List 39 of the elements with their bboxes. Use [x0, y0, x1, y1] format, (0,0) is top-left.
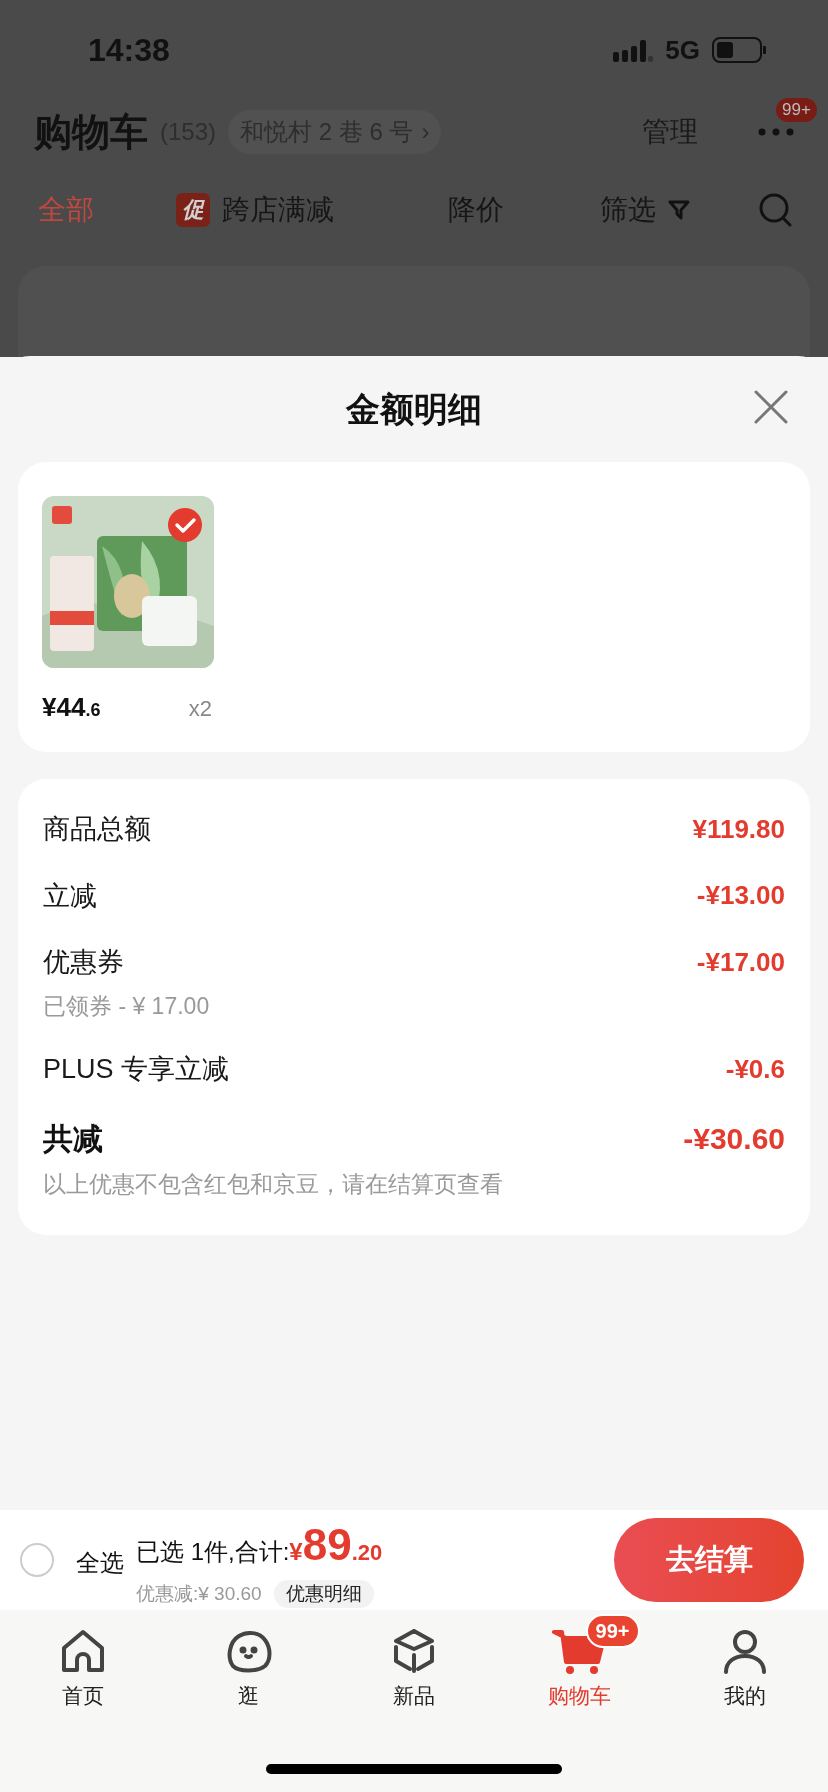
breakdown-label: 立减 — [43, 879, 97, 913]
breakdown-note: 以上优惠不包含红包和京豆，请在结算页查看 — [43, 1169, 504, 1199]
nav-tab[interactable]: 新品 — [331, 1610, 497, 1712]
cart-badge: 99+ — [585, 1614, 640, 1648]
discount-detail-button[interactable]: 优惠明细 — [273, 1580, 374, 1608]
notification-badge: 99+ — [776, 98, 817, 123]
breakdown-amount: -¥30.60 — [683, 1120, 785, 1157]
product-price: ¥44.6 — [42, 691, 101, 724]
nav-tab[interactable]: 我的 — [662, 1610, 828, 1712]
breakdown-label: PLUS 专享立减 — [43, 1053, 230, 1086]
battery-icon — [712, 36, 768, 65]
total-price: ¥89.20 — [289, 1518, 383, 1571]
breakdown-amount: -¥0.6 — [725, 1052, 785, 1086]
breakdown-amount: ¥119.80 — [692, 812, 785, 846]
selected-summary: 已选 1件,合计: — [136, 1536, 290, 1567]
check-icon[interactable] — [168, 508, 202, 542]
sheet-title: 金额明细 — [346, 388, 482, 430]
breakdown-label: 商品总额 — [43, 813, 151, 846]
status-time: 14:38 — [88, 31, 170, 71]
breakdown-note: 已领券 - ¥ 17.00 — [43, 991, 211, 1021]
checkout-button[interactable]: 去结算 — [614, 1518, 804, 1602]
select-all-checkbox[interactable] — [20, 1543, 54, 1577]
discount-text: 优惠减:¥ 30.60 — [136, 1581, 262, 1606]
filter-icon — [668, 199, 690, 222]
product-quantity: x2 — [188, 695, 212, 723]
breakdown-amount: -¥13.00 — [696, 879, 785, 913]
network-label: 5G — [665, 33, 700, 67]
nav-tab[interactable]: 99+ 购物车 — [496, 1610, 663, 1712]
promo-badge: 促 — [176, 193, 210, 228]
breakdown-label: 共减 — [43, 1120, 103, 1157]
select-all-label: 全选 — [76, 1548, 124, 1578]
nav-tab[interactable]: 首页 — [0, 1610, 166, 1712]
breakdown-amount: -¥17.00 — [696, 945, 785, 979]
nav-tab[interactable]: 逛 — [165, 1610, 332, 1712]
page-title: 购物车 — [34, 109, 148, 155]
close-icon[interactable] — [754, 390, 788, 424]
more-icon[interactable] — [758, 128, 794, 137]
search-icon[interactable] — [758, 192, 794, 229]
breakdown-label: 优惠券 — [43, 946, 124, 979]
